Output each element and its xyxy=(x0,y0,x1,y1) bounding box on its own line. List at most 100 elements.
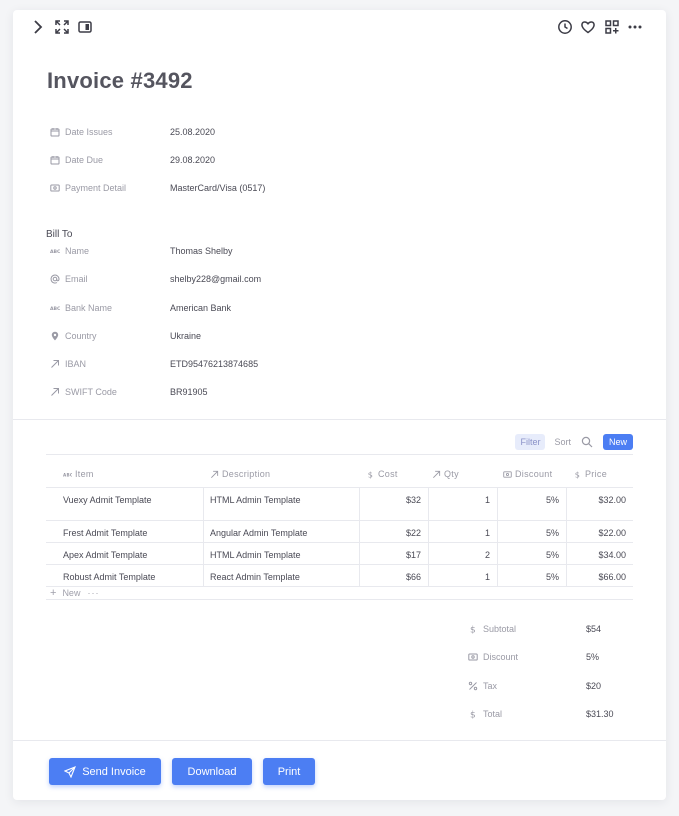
heart-icon[interactable] xyxy=(579,18,597,36)
cell-price[interactable]: $22.00 xyxy=(566,521,633,542)
detail-payment: Payment Detail MasterCard/Visa (0517) xyxy=(49,180,265,196)
field-country: Country Ukraine xyxy=(49,328,201,344)
table-row[interactable]: Vuexy Admit Template HTML Admin Template… xyxy=(46,488,633,521)
at-icon xyxy=(49,274,60,285)
table-row[interactable]: Frest Admit Template Angular Admin Templ… xyxy=(46,521,633,543)
arrow-icon xyxy=(49,387,60,398)
field-email: Email shelby228@gmail.com xyxy=(49,271,261,287)
calendar-icon xyxy=(49,127,60,138)
card-icon xyxy=(503,470,512,478)
table-header: ABC Item Description $ Cost Qty Discount… xyxy=(46,454,633,488)
table-controls: Filter Sort New xyxy=(515,434,633,450)
svg-text:ABC: ABC xyxy=(50,306,60,312)
top-toolbar xyxy=(13,10,666,44)
detail-date-issued: Date Issues 25.08.2020 xyxy=(49,124,215,140)
column-cost[interactable]: $ Cost xyxy=(366,469,398,479)
field-iban: IBAN ETD95476213874685 xyxy=(49,356,258,372)
cell-discount[interactable]: 5% xyxy=(497,543,566,564)
text-icon: ABC xyxy=(49,303,60,314)
dollar-icon: $ xyxy=(468,624,478,635)
cell-price[interactable]: $32.00 xyxy=(566,488,633,520)
plus-icon: + xyxy=(50,587,57,599)
print-button[interactable]: Print xyxy=(263,758,315,785)
percent-icon xyxy=(468,681,478,691)
cell-cost[interactable]: $17 xyxy=(359,543,428,564)
svg-text:ABC: ABC xyxy=(50,249,60,255)
column-price[interactable]: $ Price xyxy=(573,469,607,479)
cell-discount[interactable]: 5% xyxy=(497,521,566,542)
add-row-label: New xyxy=(62,588,81,598)
column-description[interactable]: Description xyxy=(210,469,270,479)
card-icon xyxy=(468,652,478,662)
table-row[interactable]: Robust Admit Template React Admin Templa… xyxy=(46,565,633,587)
svg-text:$: $ xyxy=(368,470,373,479)
text-icon: ABC xyxy=(63,472,72,477)
add-widget-icon[interactable] xyxy=(603,18,621,36)
table-row[interactable]: Apex Admit Template HTML Admin Template … xyxy=(46,543,633,565)
sidebar-toggle-icon[interactable] xyxy=(76,18,94,36)
total-discount: Discount 5% xyxy=(468,650,599,664)
cell-description[interactable]: HTML Admin Template xyxy=(210,488,360,520)
cell-price[interactable]: $66.00 xyxy=(566,565,633,586)
svg-text:$: $ xyxy=(470,711,476,720)
cell-price[interactable]: $34.00 xyxy=(566,543,633,564)
cell-qty[interactable]: 2 xyxy=(428,543,497,564)
footer-divider xyxy=(13,740,666,741)
cell-qty[interactable]: 1 xyxy=(428,565,497,586)
cell-cost[interactable]: $22 xyxy=(359,521,428,542)
cell-qty[interactable]: 1 xyxy=(428,488,497,520)
page-title: Invoice #3492 xyxy=(47,68,193,93)
arrow-icon xyxy=(433,470,441,478)
dollar-icon: $ xyxy=(468,709,478,720)
cell-discount[interactable]: 5% xyxy=(497,565,566,586)
total-tax: Tax $20 xyxy=(468,679,601,693)
section-divider xyxy=(13,419,666,420)
invoice-card: Invoice #3492 Date Issues 25.08.2020 Dat… xyxy=(13,10,666,800)
field-name: ABC Name Thomas Shelby xyxy=(49,246,233,257)
svg-text:$: $ xyxy=(470,626,476,635)
total-total: $ Total $31.30 xyxy=(468,709,614,720)
clock-icon[interactable] xyxy=(556,18,574,36)
more-icon[interactable] xyxy=(626,18,644,36)
download-button[interactable]: Download xyxy=(172,758,252,785)
cell-item[interactable]: Frest Admit Template xyxy=(63,521,203,542)
dollar-icon: $ xyxy=(575,470,580,479)
add-row-button[interactable]: + New ··· xyxy=(46,587,633,600)
column-qty[interactable]: Qty xyxy=(432,469,459,479)
cell-cost[interactable]: $66 xyxy=(359,565,428,586)
cell-cost[interactable]: $32 xyxy=(359,488,428,520)
svg-text:ABC: ABC xyxy=(63,472,72,477)
cell-description[interactable]: HTML Admin Template xyxy=(210,543,360,564)
cell-description[interactable]: React Admin Template xyxy=(210,565,360,586)
column-item[interactable]: ABC Item xyxy=(63,469,94,479)
cell-discount[interactable]: 5% xyxy=(497,488,566,520)
cell-description[interactable]: Angular Admin Template xyxy=(210,521,360,542)
card-icon xyxy=(49,183,60,194)
location-pin-icon xyxy=(49,331,60,342)
expand-icon[interactable] xyxy=(53,18,71,36)
svg-text:$: $ xyxy=(575,470,580,479)
calendar-icon xyxy=(49,155,60,166)
chevron-right-icon[interactable] xyxy=(29,18,47,36)
field-bank-name: ABC Bank Name American Bank xyxy=(49,303,232,314)
column-discount[interactable]: Discount xyxy=(503,469,552,479)
search-icon[interactable] xyxy=(581,436,593,448)
dollar-icon: $ xyxy=(368,470,373,479)
arrow-icon xyxy=(49,359,60,370)
more-icon[interactable]: ··· xyxy=(87,588,99,598)
bill-to-heading: Bill To xyxy=(46,229,73,240)
sort-button[interactable]: Sort xyxy=(554,437,571,447)
cell-item[interactable]: Apex Admit Template xyxy=(63,543,203,564)
send-icon xyxy=(64,765,77,778)
detail-date-due: Date Due 29.08.2020 xyxy=(49,152,215,168)
invoice-items-table: ABC Item Description $ Cost Qty Discount… xyxy=(46,454,633,600)
filter-button[interactable]: Filter xyxy=(515,434,546,450)
cell-item[interactable]: Vuexy Admit Template xyxy=(63,488,183,520)
arrow-icon xyxy=(211,470,219,478)
field-swift-code: SWIFT Code BR91905 xyxy=(49,384,208,400)
new-row-button[interactable]: New xyxy=(602,434,633,450)
text-icon: ABC xyxy=(49,246,60,257)
cell-item[interactable]: Robust Admit Template xyxy=(63,565,203,586)
cell-qty[interactable]: 1 xyxy=(428,521,497,542)
send-invoice-button[interactable]: Send Invoice xyxy=(49,758,161,785)
